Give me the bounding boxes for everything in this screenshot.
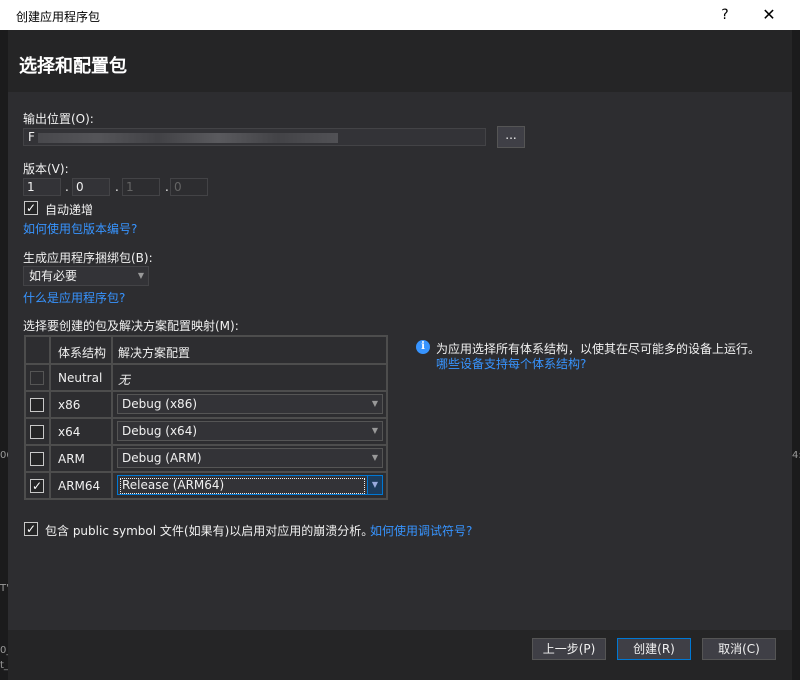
back-button[interactable]: 上一步(P) — [532, 638, 606, 660]
version-separator: . — [65, 180, 69, 194]
background-glyph: 4: — [792, 450, 800, 461]
x86-checkbox[interactable] — [30, 398, 44, 412]
page-title: 选择和配置包 — [19, 56, 127, 77]
window-title-bar: 创建应用程序包 ? ✕ — [0, 0, 800, 30]
output-location-value: F — [28, 130, 35, 144]
arch-cell: x64 — [50, 418, 112, 445]
dialog-header: 选择和配置包 — [8, 30, 792, 92]
arm-checkbox[interactable] — [30, 452, 44, 466]
arch-label: ARM64 — [58, 479, 101, 493]
auto-increment-checkbox[interactable]: ✓ — [24, 201, 38, 215]
table-row — [25, 418, 50, 445]
grid-header-check-cell — [25, 336, 50, 364]
chevron-down-icon: ▼ — [371, 426, 378, 435]
version-label: 版本(V): — [23, 162, 69, 176]
x64-checkbox[interactable] — [30, 425, 44, 439]
arch-label: ARM — [58, 452, 85, 466]
public-symbols-label: 包含 public symbol 文件(如果有)以启用对应用的崩溃分析。 — [45, 524, 374, 538]
config-value: 无 — [118, 373, 131, 387]
debug-symbols-help-link[interactable]: 如何使用调试符号? — [370, 522, 472, 539]
create-package-dialog: 选择和配置包 输出位置(O): F ... 版本(V): 1 . 0 . 1 .… — [8, 30, 792, 680]
bundle-help-link[interactable]: 什么是应用程序包? — [23, 289, 125, 306]
grid-header-config: 解决方案配置 — [112, 336, 387, 364]
help-icon[interactable]: ? — [710, 0, 740, 30]
chevron-down-icon: ▼ — [367, 476, 382, 494]
version-minor-input[interactable]: 0 — [72, 178, 110, 196]
architecture-devices-link[interactable]: 哪些设备支持每个体系结构? — [436, 355, 586, 372]
table-row — [25, 445, 50, 472]
chevron-down-icon: ▼ — [371, 399, 378, 408]
config-value: Debug (x64) — [122, 424, 198, 438]
config-cell: 无 — [112, 364, 387, 391]
column-header-architecture: 体系结构 — [58, 346, 107, 360]
architecture-config-grid: 体系结构 解决方案配置 Neutral 无 x86 Debug (x86) ▼ — [24, 335, 388, 500]
arch-label: x64 — [58, 425, 81, 439]
version-separator: . — [165, 180, 169, 194]
x86-config-select[interactable]: Debug (x86) ▼ — [117, 394, 383, 414]
x64-config-select[interactable]: Debug (x64) ▼ — [117, 421, 383, 441]
version-separator: . — [115, 180, 119, 194]
neutral-checkbox — [30, 371, 44, 385]
chevron-down-icon: ▼ — [137, 271, 144, 280]
bundle-selected-value: 如有必要 — [29, 269, 78, 283]
arch-cell: Neutral — [50, 364, 112, 391]
close-icon[interactable]: ✕ — [752, 0, 786, 30]
config-value: Debug (ARM) — [122, 451, 202, 465]
info-icon: i — [416, 340, 430, 354]
version-major-input[interactable]: 1 — [23, 178, 61, 196]
arm64-checkbox[interactable]: ✓ — [30, 479, 44, 493]
arch-label: Neutral — [58, 371, 103, 385]
window-title: 创建应用程序包 — [16, 10, 101, 24]
table-row: ✓ — [25, 472, 50, 499]
table-row — [25, 391, 50, 418]
cancel-button[interactable]: 取消(C) — [702, 638, 776, 660]
public-symbols-checkbox[interactable]: ✓ — [24, 522, 38, 536]
column-header-solution-config: 解决方案配置 — [118, 346, 191, 360]
background-right-edge — [792, 30, 800, 680]
config-value: Debug (x86) — [122, 397, 198, 411]
arm-config-select[interactable]: Debug (ARM) ▼ — [117, 448, 383, 468]
chevron-down-icon: ▼ — [371, 453, 378, 462]
output-location-input[interactable]: F — [23, 128, 486, 146]
grid-header-arch: 体系结构 — [50, 336, 112, 364]
create-button[interactable]: 创建(R) — [617, 638, 691, 660]
arm64-config-select[interactable]: Release (ARM64) ▼ — [117, 475, 383, 495]
auto-increment-label: 自动递增 — [45, 203, 94, 217]
bundle-select[interactable]: 如有必要 ▼ — [23, 266, 149, 286]
redacted-path — [38, 133, 338, 143]
mapping-label: 选择要创建的包及解决方案配置映射(M): — [23, 319, 239, 333]
version-revision-input: 0 — [170, 178, 208, 196]
arch-cell: ARM — [50, 445, 112, 472]
version-help-link[interactable]: 如何使用包版本编号? — [23, 220, 137, 237]
browse-button[interactable]: ... — [497, 126, 525, 148]
arch-cell: x86 — [50, 391, 112, 418]
version-build-input: 1 — [122, 178, 160, 196]
arch-label: x86 — [58, 398, 81, 412]
bundle-label: 生成应用程序捆绑包(B): — [23, 251, 153, 265]
output-location-label: 输出位置(O): — [23, 112, 94, 126]
table-row — [25, 364, 50, 391]
config-value: Release (ARM64) — [122, 478, 225, 492]
arch-cell: ARM64 — [50, 472, 112, 499]
